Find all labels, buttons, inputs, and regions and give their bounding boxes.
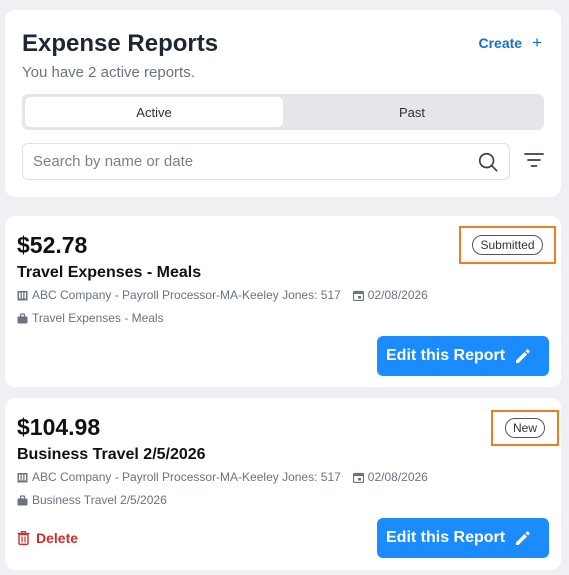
briefcase-icon (17, 494, 28, 505)
report-category: Travel Expenses - Meals (32, 311, 164, 325)
calendar-icon (352, 290, 364, 301)
report-meta-category: Business Travel 2/5/2026 (17, 493, 167, 507)
report-meta-category: Travel Expenses - Meals (17, 311, 164, 325)
building-icon (17, 290, 28, 300)
header-card: Expense Reports You have 2 active report… (5, 10, 561, 197)
edit-report-label: Edit this Report (386, 347, 506, 364)
edit-report-button[interactable]: Edit this Report (377, 518, 549, 558)
status-badge: Submitted (472, 235, 543, 255)
search-input[interactable] (33, 153, 477, 170)
report-card: $104.98 New Business Travel 2/5/2026 ABC… (5, 398, 561, 570)
status-badge-highlight: New (491, 410, 559, 446)
report-date: 02/08/2026 (367, 470, 428, 484)
edit-report-button[interactable]: Edit this Report (377, 336, 549, 376)
report-company: ABC Company - Payroll Processor-MA-Keele… (32, 288, 341, 302)
report-title: Travel Expenses - Meals (17, 264, 202, 281)
report-card: $52.78 Submitted Travel Expenses - Meals… (5, 216, 561, 387)
delete-label: Delete (36, 530, 79, 546)
active-count-subtitle: You have 2 active reports. (22, 64, 195, 81)
page-title: Expense Reports (22, 30, 219, 57)
status-badge: New (504, 418, 545, 438)
briefcase-icon (17, 312, 28, 323)
search-icon[interactable] (477, 151, 499, 173)
report-company: ABC Company - Payroll Processor-MA-Keele… (32, 470, 341, 484)
report-amount: $52.78 (17, 232, 88, 258)
calendar-icon (352, 472, 364, 483)
create-button[interactable]: Create + (478, 33, 542, 52)
report-meta-company: ABC Company - Payroll Processor-MA-Keele… (17, 288, 428, 302)
plus-icon: + (532, 33, 542, 52)
filter-icon[interactable] (524, 151, 544, 169)
tab-past[interactable]: Past (283, 97, 541, 127)
create-label: Create (478, 35, 523, 51)
status-badge-highlight: Submitted (459, 226, 556, 264)
pencil-icon (516, 349, 530, 363)
report-meta-company: ABC Company - Payroll Processor-MA-Keele… (17, 470, 428, 484)
report-category: Business Travel 2/5/2026 (32, 493, 167, 507)
pencil-icon (516, 531, 530, 545)
edit-report-label: Edit this Report (386, 529, 506, 546)
tab-active[interactable]: Active (25, 97, 283, 127)
report-title: Business Travel 2/5/2026 (17, 446, 206, 463)
report-amount: $104.98 (17, 414, 101, 440)
building-icon (17, 472, 28, 482)
status-tabs: Active Past (22, 94, 544, 130)
trash-icon (17, 531, 30, 545)
report-date: 02/08/2026 (367, 288, 428, 302)
delete-report-button[interactable]: Delete (17, 530, 78, 546)
search-box (22, 143, 510, 180)
